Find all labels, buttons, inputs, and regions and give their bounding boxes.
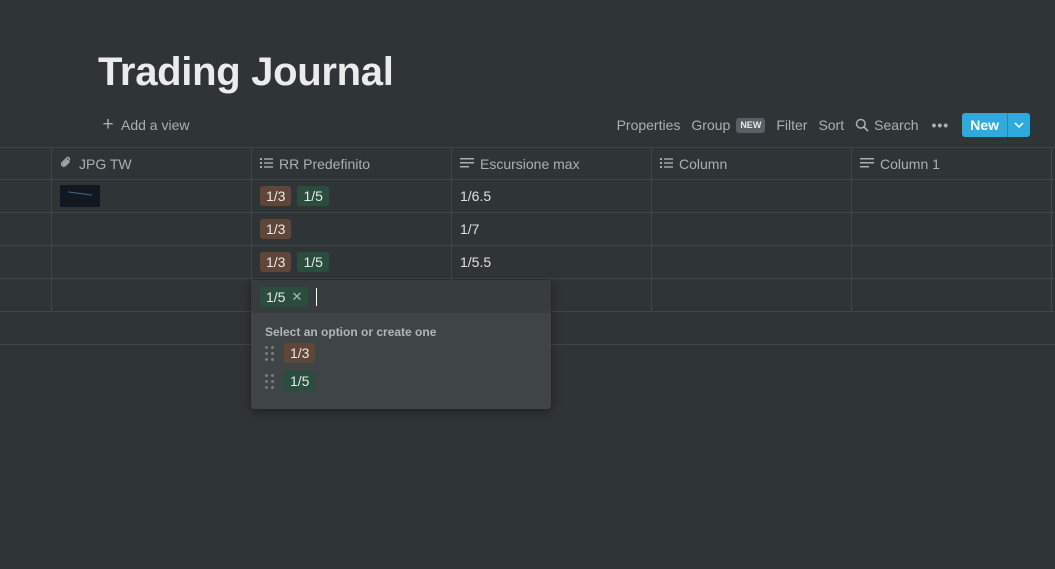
column-name: JPG TW [79,155,132,172]
table-cell[interactable] [0,279,52,311]
table-cell-escursione[interactable]: 1/5.5 [452,246,652,278]
new-button-label[interactable]: New [962,113,1007,137]
add-view-label: Add a view [121,117,190,133]
column-name: Column 1 [880,155,940,172]
table-row: 1/3 1/7 [0,213,1055,246]
table-cell[interactable] [852,279,1052,311]
select-option[interactable]: 1/3 [251,339,551,367]
group-label: Group [691,117,731,133]
filter-button[interactable]: Filter [776,117,807,133]
search-label: Search [874,117,919,133]
list-icon [660,156,673,172]
table-cell[interactable] [852,213,1052,245]
select-dropdown: 1/5 ✕ Select an option or create one 1/3… [251,280,551,409]
sort-button[interactable]: Sort [818,117,844,133]
table-cell[interactable] [852,246,1052,278]
new-button[interactable]: New [962,113,1030,137]
table-cell-jpg-tw[interactable] [52,279,252,311]
add-view-button[interactable]: + Add a view [101,115,189,135]
option-tag: 1/5 [284,371,316,391]
select-input[interactable]: 1/5 ✕ [251,280,551,313]
column-name: Escursione max [480,155,580,172]
table-cell[interactable] [0,246,52,278]
database-toolbar: Properties Group NEW Filter Sort Search … [617,113,1030,137]
table-cell-escursione[interactable]: 1/6.5 [452,180,652,212]
column-header-column-1[interactable]: Column 1 [852,148,1052,179]
column-header-column[interactable]: Column [652,148,852,179]
page-title[interactable]: Trading Journal [98,48,394,96]
table-cell[interactable] [652,180,852,212]
option-tag: 1/3 [260,252,292,272]
text-icon [460,156,474,172]
group-button[interactable]: Group NEW [691,117,766,133]
option-tag: 1/5 [297,186,329,206]
option-tag: 1/3 [260,186,292,206]
table-row: 1/3 1/5 1/6.5 [0,180,1055,213]
list-icon [260,156,273,172]
table-cell-jpg-tw[interactable] [52,213,252,245]
select-hint: Select an option or create one [265,325,437,339]
column-name: Column [679,155,728,172]
option-tag: 1/5 [297,252,329,272]
drag-handle-icon[interactable] [265,373,274,389]
table-cell[interactable] [0,180,52,212]
table-cell-escursione[interactable]: 1/7 [452,213,652,245]
search-icon [855,118,869,132]
more-options-icon[interactable]: ••• [931,117,949,133]
new-badge: NEW [736,117,766,133]
table-cell-jpg-tw[interactable] [52,246,252,278]
table-cell-jpg-tw[interactable] [52,180,252,212]
column-header-rr-predefinito[interactable]: RR Predefinito [252,148,452,179]
table-cell[interactable] [652,213,852,245]
table-cell-rr[interactable]: 1/3 1/5 [252,246,452,278]
select-option[interactable]: 1/5 [251,367,551,395]
drag-handle-icon[interactable] [265,345,274,361]
search-button[interactable]: Search [855,117,918,133]
table-row: 1/3 1/5 1/5.5 [0,246,1055,279]
table-header: JPG TW RR Predefinito Escursione max Col… [0,147,1055,180]
plus-icon: + [102,113,114,135]
table-cell[interactable] [652,279,852,311]
table-cell-rr[interactable]: 1/3 1/5 [252,180,452,212]
table-cell[interactable] [0,213,52,245]
column-name: RR Predefinito [279,155,371,172]
chevron-down-icon[interactable] [1007,113,1030,137]
option-tag: 1/3 [284,343,316,363]
image-thumbnail[interactable] [60,185,100,207]
text-icon [860,156,874,172]
properties-button[interactable]: Properties [617,117,681,133]
close-icon[interactable]: ✕ [291,287,302,307]
table-cell-rr[interactable]: 1/3 [252,213,452,245]
chip-label: 1/5 [266,288,286,305]
selected-option-chip: 1/5 ✕ [260,286,309,307]
table-cell[interactable] [852,180,1052,212]
header-cell-name[interactable] [0,148,52,179]
option-tag: 1/3 [260,219,292,239]
column-header-jpg-tw[interactable]: JPG TW [52,148,252,179]
table-cell[interactable] [652,246,852,278]
column-header-escursione-max[interactable]: Escursione max [452,148,652,179]
paperclip-icon [60,155,73,172]
text-cursor [316,287,318,306]
